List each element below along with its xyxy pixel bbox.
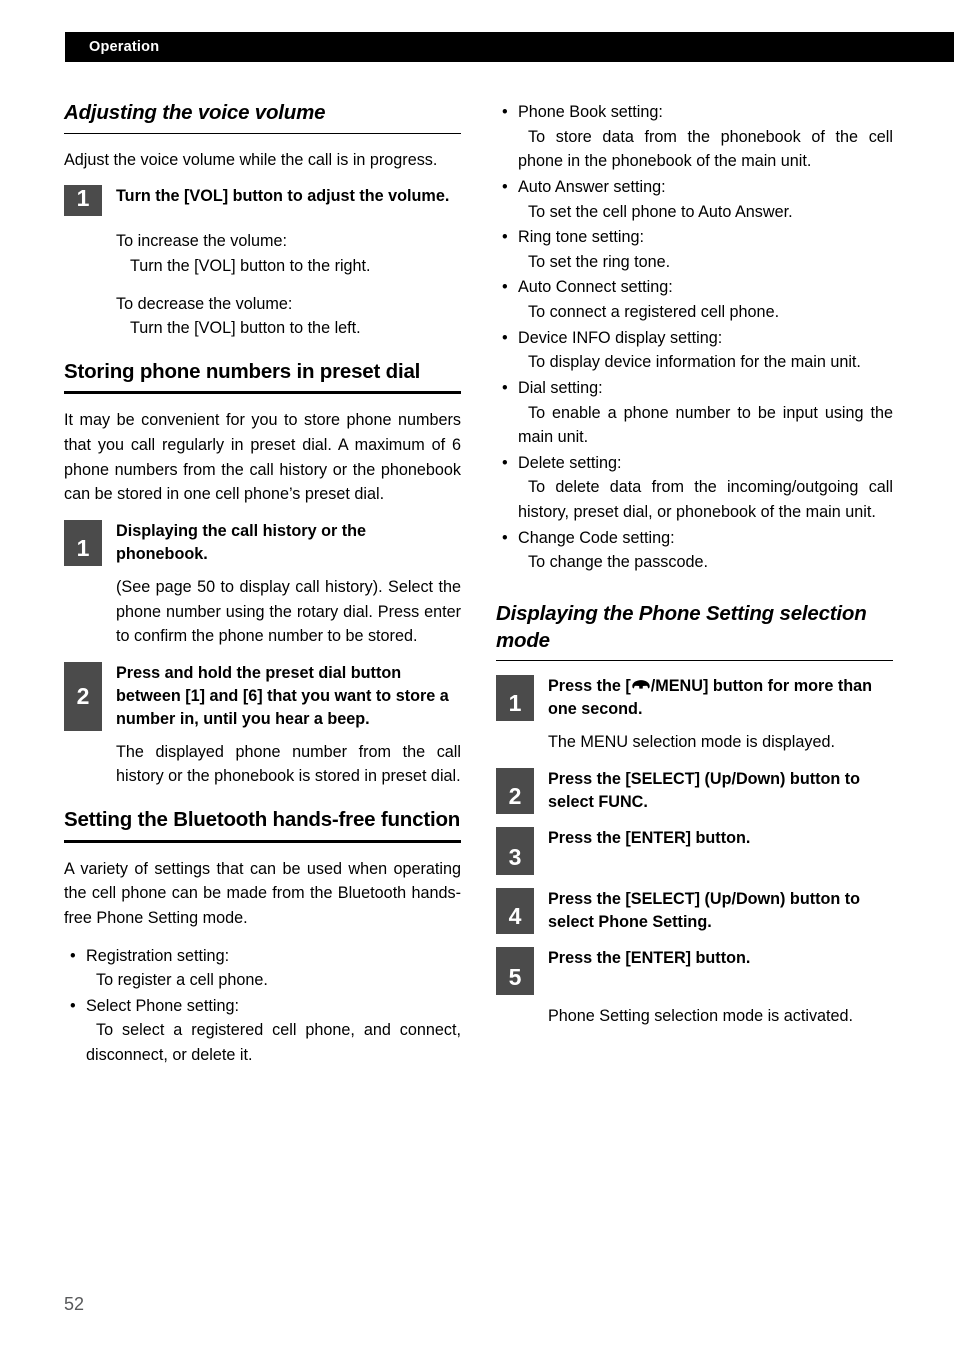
step-phone-setting-1: 1 Press the [/MENU] button for more than… bbox=[496, 675, 893, 722]
heading-rule bbox=[496, 660, 893, 662]
step-phone-setting-5: 5 Press the [ENTER] button. bbox=[496, 946, 893, 995]
paragraph-bluetooth-intro: A variety of settings that can be used w… bbox=[64, 859, 461, 927]
step-phone-setting-1-body: The MENU selection mode is displayed. bbox=[548, 733, 836, 752]
bullet-dot: • bbox=[70, 946, 76, 965]
step-title: Press the [ENTER] button. bbox=[548, 828, 751, 847]
setting-description: To register a cell phone. bbox=[96, 971, 268, 990]
step-number-badge: 2 bbox=[64, 661, 102, 731]
step-number-badge: 1 bbox=[64, 519, 102, 566]
list-item: • Change Code setting: To change the pas… bbox=[496, 526, 893, 575]
right-column: • Phone Book setting: To store data from… bbox=[496, 100, 893, 1041]
step-preset-1-body: (See page 50 to display call history). S… bbox=[116, 577, 461, 646]
setting-term: Change Code setting: bbox=[518, 528, 675, 547]
step-phone-setting-5-body: Phone Setting selection mode is activate… bbox=[548, 1006, 854, 1025]
heading-rule bbox=[64, 132, 461, 134]
left-column: Adjusting the voice volume Adjust the vo… bbox=[64, 100, 461, 1069]
heading-rule bbox=[64, 391, 461, 395]
setting-description: To enable a phone number to be input usi… bbox=[518, 403, 893, 447]
voice-decrease-label: To decrease the volume: bbox=[116, 294, 293, 313]
setting-term: Auto Connect setting: bbox=[518, 278, 673, 297]
step-preset-2-body: The displayed phone number from the call… bbox=[116, 742, 461, 786]
step-number-badge: 1 bbox=[496, 675, 534, 722]
paragraph-preset-intro: It may be convenient for you to store ph… bbox=[64, 411, 461, 504]
step-number-badge: 3 bbox=[496, 826, 534, 875]
setting-term: Delete setting: bbox=[518, 453, 622, 472]
bullet-dot: • bbox=[70, 996, 76, 1015]
setting-term: Ring tone setting: bbox=[518, 228, 644, 247]
voice-increase-action: Turn the [VOL] button to the right. bbox=[130, 256, 371, 275]
setting-description: To select a registered cell phone, and c… bbox=[86, 1021, 461, 1065]
step-title: Displaying the call history or the phone… bbox=[116, 521, 367, 563]
list-item: • Auto Connect setting: To connect a reg… bbox=[496, 275, 893, 324]
heading-rule bbox=[64, 839, 461, 843]
voice-decrease-action: Turn the [VOL] button to the left. bbox=[130, 319, 361, 338]
bullet-dot: • bbox=[502, 228, 508, 247]
list-item: • Auto Answer setting: To set the cell p… bbox=[496, 175, 893, 224]
step-number-badge: 4 bbox=[496, 887, 534, 934]
running-header-label: Operation bbox=[89, 39, 160, 55]
step-title: Turn the [VOL] button to adjust the volu… bbox=[116, 187, 450, 206]
step-number-badge: 5 bbox=[496, 946, 534, 995]
bullet-dot: • bbox=[502, 177, 508, 196]
setting-term: Registration setting: bbox=[86, 946, 230, 965]
bullet-dot: • bbox=[502, 378, 508, 397]
setting-description: To connect a registered cell phone. bbox=[528, 303, 780, 321]
heading-displaying-phone-setting-mode: Displaying the Phone Setting selection m… bbox=[496, 601, 867, 652]
setting-term: Device INFO display setting: bbox=[518, 328, 723, 347]
step-preset-2: 2 Press and hold the preset dial button … bbox=[64, 661, 461, 731]
page-number: 52 bbox=[64, 1294, 85, 1314]
bluetooth-settings-list-right: • Phone Book setting: To store data from… bbox=[496, 100, 893, 575]
setting-description: To set the ring tone. bbox=[528, 252, 671, 271]
list-item: • Dial setting: To enable a phone number… bbox=[496, 376, 893, 450]
paragraph-voice-intro: Adjust the voice volume while the call i… bbox=[64, 150, 438, 169]
setting-description: To display device information for the ma… bbox=[528, 353, 861, 372]
step-title: Press and hold the preset dial button be… bbox=[116, 663, 449, 728]
step-title: Press the [SELECT] (Up/Down) button to s… bbox=[548, 769, 861, 811]
setting-description: To change the passcode. bbox=[528, 553, 708, 572]
step-phone-setting-4: 4 Press the [SELECT] (Up/Down) button to… bbox=[496, 887, 893, 934]
step-number-badge: 2 bbox=[496, 767, 534, 814]
voice-decrease-block: To decrease the volume: Turn the [VOL] b… bbox=[64, 292, 461, 341]
step-phone-setting-2: 2 Press the [SELECT] (Up/Down) button to… bbox=[496, 767, 893, 814]
phone-handset-icon bbox=[631, 679, 651, 692]
setting-description: To store data from the phonebook of the … bbox=[518, 127, 893, 171]
bullet-dot: • bbox=[502, 528, 508, 547]
voice-increase-label: To increase the volume: bbox=[116, 232, 287, 251]
step-voice-1: 1 Turn the [VOL] button to adjust the vo… bbox=[64, 185, 461, 217]
bullet-dot: • bbox=[502, 278, 508, 297]
list-item: • Delete setting: To delete data from th… bbox=[496, 451, 893, 525]
setting-description: To delete data from the incoming/outgoin… bbox=[518, 478, 893, 521]
bullet-dot: • bbox=[502, 453, 508, 472]
step-title: Press the [/MENU] button for more than o… bbox=[548, 675, 893, 721]
setting-description: To set the cell phone to Auto Answer. bbox=[528, 202, 793, 221]
bluetooth-settings-list-left: • Registration setting: To register a ce… bbox=[64, 944, 461, 1068]
heading-bluetooth-handsfree: Setting the Bluetooth hands-free functio… bbox=[64, 808, 461, 832]
step-preset-1: 1 Displaying the call history or the pho… bbox=[64, 519, 461, 566]
step-number-badge: 1 bbox=[64, 185, 102, 217]
list-item: • Registration setting: To register a ce… bbox=[64, 944, 461, 993]
list-item: • Select Phone setting: To select a regi… bbox=[64, 994, 461, 1068]
step-title: Press the [SELECT] (Up/Down) button to s… bbox=[548, 889, 861, 931]
heading-storing-preset-dial: Storing phone numbers in preset dial bbox=[64, 359, 421, 383]
setting-term: Auto Answer setting: bbox=[518, 177, 666, 196]
step-title-before: Press the [ bbox=[548, 677, 631, 696]
setting-term: Phone Book setting: bbox=[518, 103, 663, 121]
bullet-dot: • bbox=[502, 328, 508, 347]
running-header-bar: Operation bbox=[65, 32, 954, 62]
setting-term: Dial setting: bbox=[518, 378, 603, 397]
setting-term: Select Phone setting: bbox=[86, 996, 239, 1015]
bullet-dot: • bbox=[502, 103, 508, 121]
voice-increase-block: To increase the volume: Turn the [VOL] b… bbox=[64, 229, 461, 278]
list-item: • Device INFO display setting: To displa… bbox=[496, 326, 893, 375]
step-phone-setting-3: 3 Press the [ENTER] button. bbox=[496, 826, 893, 875]
heading-adjusting-voice-volume: Adjusting the voice volume bbox=[64, 101, 326, 124]
list-item: • Phone Book setting: To store data from… bbox=[496, 100, 893, 174]
manual-page: Operation Adjusting the voice volume Adj… bbox=[0, 0, 954, 1352]
step-title: Press the [ENTER] button. bbox=[548, 948, 751, 967]
list-item: • Ring tone setting: To set the ring ton… bbox=[496, 225, 893, 274]
